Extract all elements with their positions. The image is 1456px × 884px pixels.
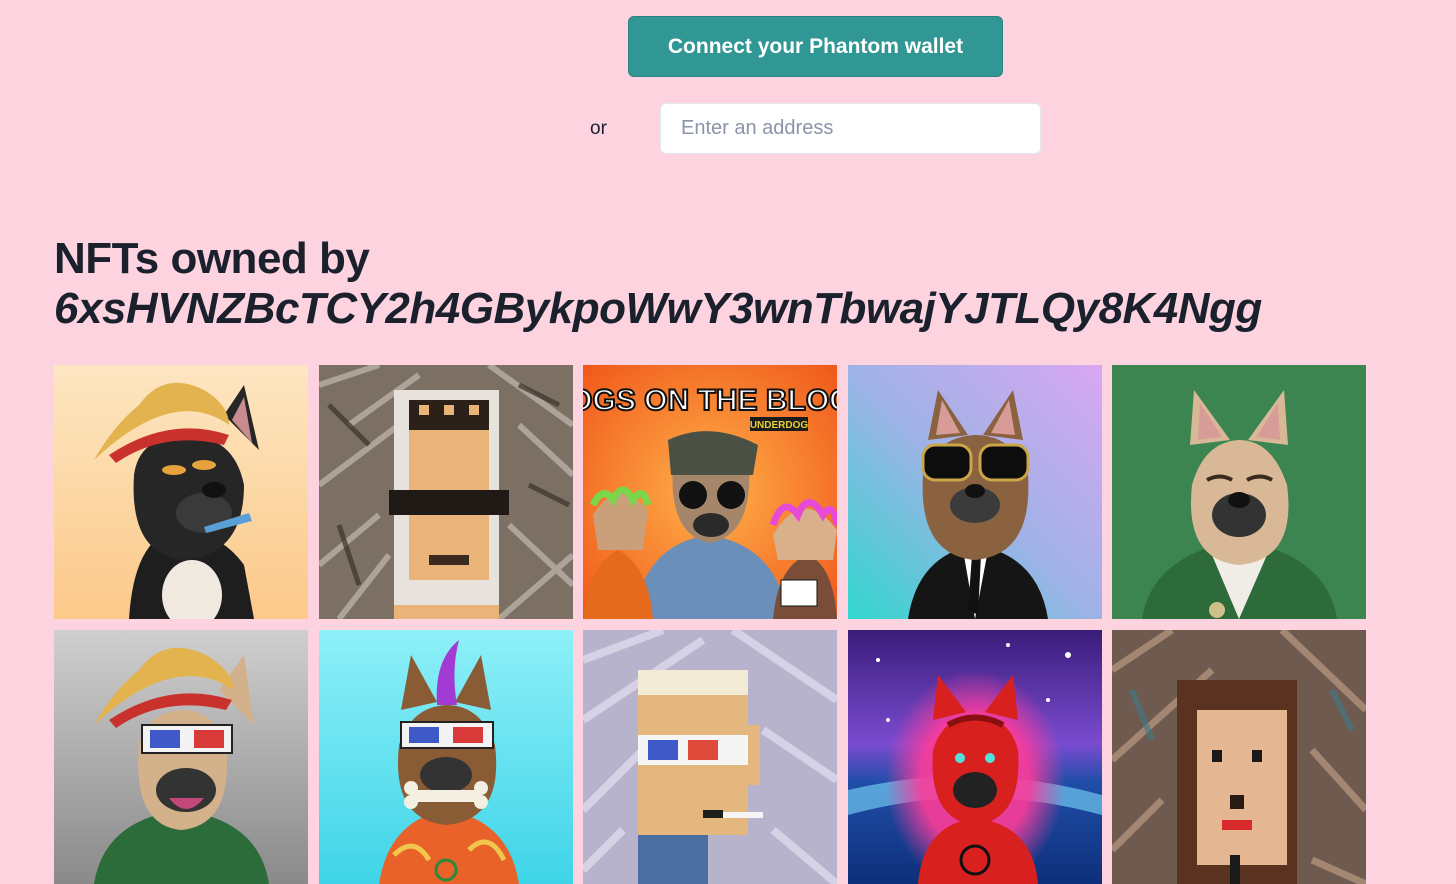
connect-wallet-button[interactable]: Connect your Phantom wallet	[628, 16, 1003, 77]
nft-card[interactable]	[1112, 365, 1366, 619]
nft-image	[847, 365, 1102, 619]
page-title: NFTs owned by 6xsHVNZBcTCY2h4GBykpoWwY3w…	[54, 234, 1262, 334]
nft-card[interactable]	[318, 365, 573, 619]
nft-card[interactable]	[54, 365, 308, 619]
nft-card[interactable]	[1112, 629, 1366, 884]
nft-image	[54, 365, 308, 619]
nft-image	[847, 629, 1102, 884]
album-title: DOGS ON THE BLOCK	[583, 384, 837, 417]
nft-image: DOGS ON THE BLOCK UNDERDOG	[583, 365, 837, 619]
nft-image	[583, 629, 837, 884]
nft-card[interactable]	[318, 629, 573, 884]
nft-card[interactable]	[847, 629, 1102, 884]
nft-card[interactable]: DOGS ON THE BLOCK UNDERDOG	[583, 365, 837, 619]
nft-card[interactable]	[583, 629, 837, 884]
nft-card[interactable]	[847, 365, 1102, 619]
nft-grid: DOGS ON THE BLOCK UNDERDOG	[54, 365, 1366, 884]
title-prefix: NFTs owned by	[54, 234, 370, 283]
or-label: or	[590, 118, 607, 139]
nft-card[interactable]	[54, 629, 308, 884]
album-subtitle: UNDERDOG	[750, 420, 809, 431]
nft-image	[318, 365, 573, 619]
address-input[interactable]	[660, 103, 1041, 154]
nft-image	[54, 629, 308, 884]
nft-image	[318, 629, 573, 884]
wallet-address: 6xsHVNZBcTCY2h4GBykpoWwY3wnTbwajYJTLQy8K…	[54, 284, 1262, 333]
nft-image	[1112, 365, 1366, 619]
nft-image	[1112, 629, 1366, 884]
